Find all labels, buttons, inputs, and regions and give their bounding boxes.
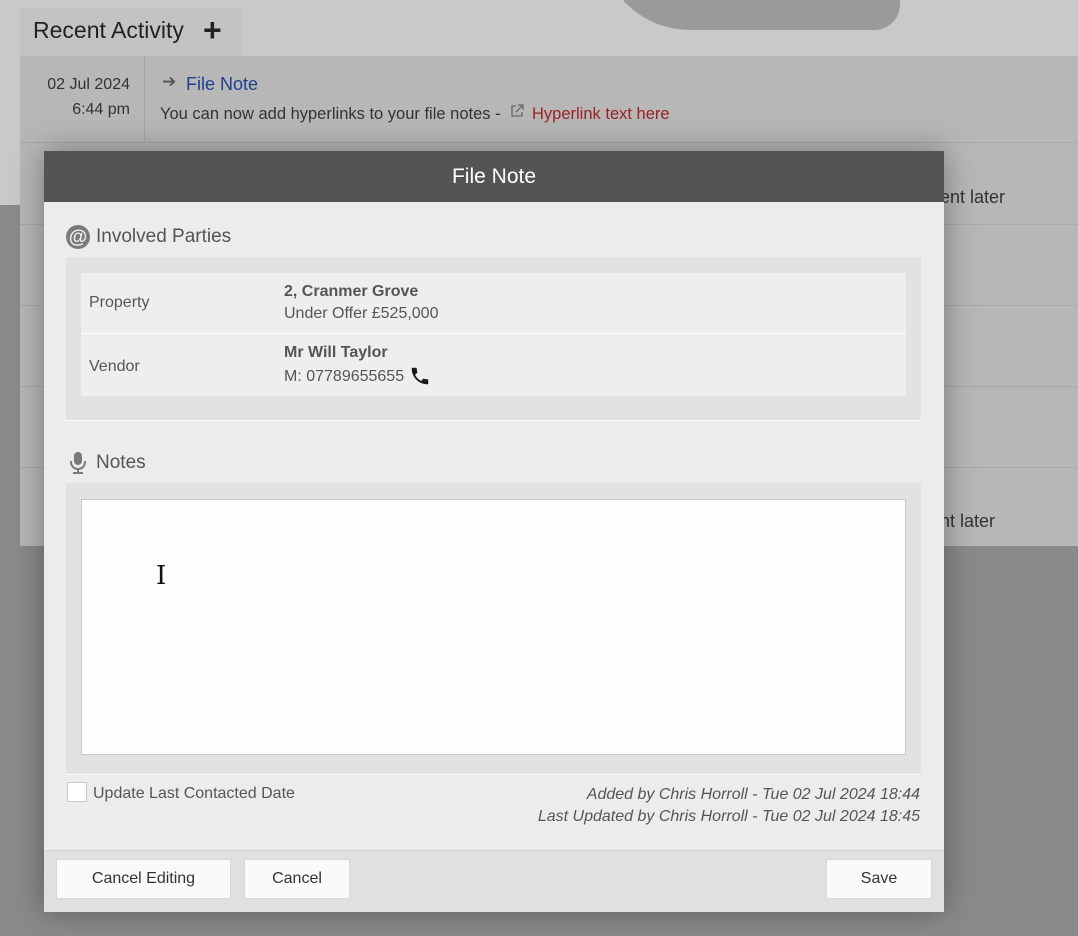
activity-hyperlink[interactable]: Hyperlink text here	[532, 105, 670, 124]
modal-footer: Cancel Editing Cancel Save	[44, 850, 944, 912]
activity-date: 02 Jul 2024	[47, 76, 130, 93]
recent-activity-title: Recent Activity	[33, 17, 184, 43]
external-link-icon	[510, 104, 524, 121]
microphone-icon	[66, 451, 90, 475]
property-status: Under Offer £525,000	[284, 305, 439, 322]
activity-description: You can now add hyperlinks to your file …	[160, 105, 501, 123]
activity-divider	[20, 142, 1078, 143]
modal-header: File Note	[44, 151, 944, 202]
activity-time: 6:44 pm	[72, 101, 130, 118]
activity-partial-text: nt later	[940, 511, 996, 531]
notes-heading: Notes	[66, 451, 146, 475]
vendor-phone: M: 07789655655	[284, 368, 405, 385]
modal-title: File Note	[451, 164, 537, 188]
notes-title: Notes	[96, 452, 146, 473]
notes-section	[66, 483, 921, 775]
save-button[interactable]: Save	[826, 859, 932, 899]
last-updated-info: Last Updated by Chris Horroll - Tue 02 J…	[537, 808, 920, 825]
involved-parties-heading: @ Involved Parties	[66, 225, 231, 249]
cancel-button[interactable]: Cancel	[244, 859, 350, 899]
update-last-contacted-label[interactable]: Update Last Contacted Date	[93, 785, 295, 803]
update-last-contacted-checkbox[interactable]	[67, 782, 87, 802]
add-activity-button[interactable]: +	[203, 12, 222, 48]
party-label: Vendor	[89, 358, 140, 375]
notes-textarea[interactable]	[81, 499, 906, 755]
file-note-modal: File Note @ Involved Parties Property 2,…	[44, 151, 944, 912]
involved-parties-title: Involved Parties	[96, 226, 232, 247]
text-cursor-icon: I	[156, 561, 167, 591]
party-row-vendor: Vendor Mr Will Taylor M: 07789655655	[81, 333, 906, 397]
added-by-info: Added by Chris Horroll - Tue 02 Jul 2024…	[586, 786, 920, 803]
phone-icon[interactable]	[409, 365, 431, 393]
vendor-name: Mr Will Taylor	[284, 344, 388, 361]
at-icon: @	[66, 225, 90, 249]
activity-partial-text: ent later	[940, 187, 1006, 207]
property-address: 2, Cranmer Grove	[284, 283, 419, 300]
cancel-editing-button[interactable]: Cancel Editing	[56, 859, 231, 899]
activity-title-link[interactable]: File Note	[186, 74, 258, 95]
involved-parties-table: Property 2, Cranmer Grove Under Offer £5…	[81, 273, 906, 396]
arrow-right-icon: ➔	[162, 72, 177, 91]
party-label: Property	[89, 294, 150, 311]
party-row-property: Property 2, Cranmer Grove Under Offer £5…	[81, 273, 906, 333]
activity-date-column: 02 Jul 2024 6:44 pm	[20, 56, 145, 142]
involved-parties-section: Property 2, Cranmer Grove Under Offer £5…	[66, 257, 921, 421]
